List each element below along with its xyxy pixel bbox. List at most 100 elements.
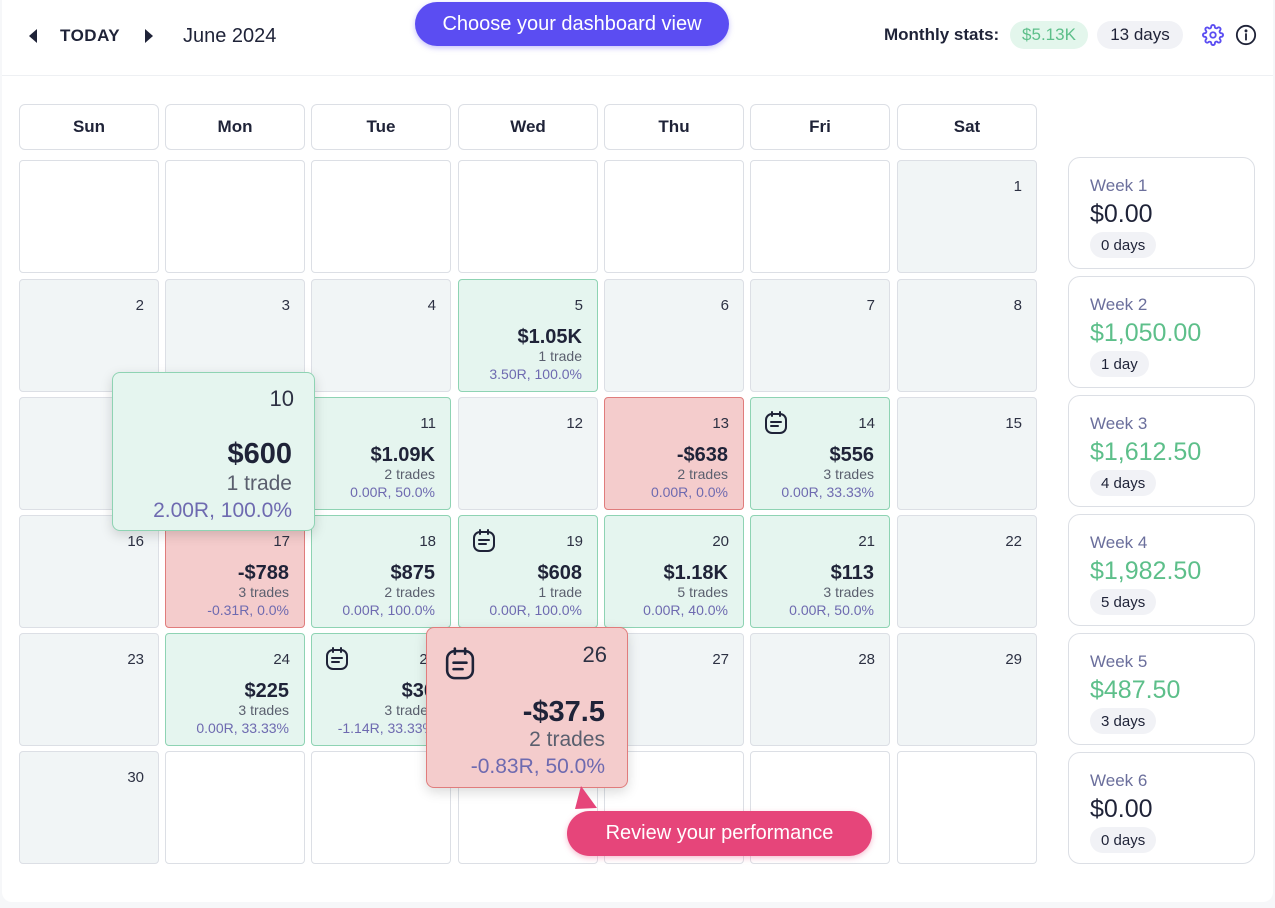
day-number: 19 (566, 533, 583, 550)
day-cell[interactable]: 19 $608 1 trade 0.00R, 100.0% (458, 515, 598, 628)
day-cell-highlight[interactable]: 10 $600 1 trade 2.00R, 100.0% (112, 372, 315, 531)
weekday-header: Sun (19, 104, 159, 150)
day-cell[interactable]: 17 -$788 3 trades -0.31R, 0.0% (165, 515, 305, 628)
day-pnl: -$37.5 (522, 696, 605, 728)
day-number: 3 (281, 297, 290, 314)
day-trade-count: 1 trade (538, 584, 582, 600)
day-cell[interactable]: 13 -$638 2 trades 0.00R, 0.0% (604, 397, 744, 510)
gear-icon[interactable] (1202, 24, 1224, 51)
weekday-header: Tue (311, 104, 451, 150)
day-number: 18 (419, 533, 436, 550)
day-trade-count: 3 trades (823, 466, 874, 482)
day-number: 26 (582, 642, 607, 667)
day-cell[interactable]: 20 $1.18K 5 trades 0.00R, 40.0% (604, 515, 744, 628)
day-number: 24 (273, 651, 290, 668)
caret-left-icon[interactable] (26, 28, 40, 44)
day-number: 23 (127, 651, 144, 668)
day-number: 20 (712, 533, 729, 550)
calendar-empty-cell (311, 160, 451, 273)
day-cell[interactable]: 28 (750, 633, 890, 746)
day-cell[interactable]: 14 $556 3 trades 0.00R, 33.33% (750, 397, 890, 510)
day-r-multiple: 0.00R, 33.33% (196, 720, 289, 736)
day-number: 28 (858, 651, 875, 668)
day-pnl: $225 (244, 680, 290, 702)
day-number: 16 (127, 533, 144, 550)
day-cell-highlight[interactable]: 26 -$37.5 2 trades -0.83R, 50.0% (426, 627, 628, 788)
calendar-empty-cell (897, 751, 1037, 864)
day-number: 21 (858, 533, 875, 550)
monthly-days-badge: 13 days (1097, 21, 1183, 49)
journal-note-icon[interactable] (471, 528, 497, 559)
day-number: 1 (1013, 178, 1022, 195)
weekday-header: Mon (165, 104, 305, 150)
month-label: June 2024 (183, 25, 277, 47)
day-r-multiple: 0.00R, 50.0% (350, 484, 435, 500)
day-pnl: $875 (390, 562, 436, 584)
day-number: 22 (1005, 533, 1022, 550)
day-cell[interactable]: 16 (19, 515, 159, 628)
day-number: 6 (720, 297, 729, 314)
day-trade-count: 2 trades (384, 584, 435, 600)
day-r-multiple: 0.00R, 0.0% (650, 484, 728, 500)
day-trade-count: 2 trades (384, 466, 435, 482)
day-number: 12 (566, 415, 583, 432)
day-trade-count: 3 trades (238, 702, 289, 718)
day-cell[interactable]: 24 $225 3 trades 0.00R, 33.33% (165, 633, 305, 746)
day-cell[interactable]: 29 (897, 633, 1037, 746)
day-cell[interactable]: 23 (19, 633, 159, 746)
day-r-multiple: -0.83R, 50.0% (470, 755, 605, 778)
day-cell[interactable]: 18 $875 2 trades 0.00R, 100.0% (311, 515, 451, 628)
day-cell[interactable]: 22 (897, 515, 1037, 628)
day-number: 8 (1013, 297, 1022, 314)
day-pnl: $1.09K (370, 444, 436, 466)
monthly-stats-label: Monthly stats: (884, 25, 1000, 44)
week-summary-card: Week 3 $1,612.50 4 days (1068, 395, 1255, 507)
day-number: 5 (574, 297, 583, 314)
week-summary-card: Week 5 $487.50 3 days (1068, 633, 1255, 745)
day-cell[interactable]: 21 $113 3 trades 0.00R, 50.0% (750, 515, 890, 628)
day-cell[interactable]: 11 $1.09K 2 trades 0.00R, 50.0% (311, 397, 451, 510)
week-label: Week 5 (1090, 652, 1148, 671)
today-button[interactable]: TODAY (60, 26, 120, 46)
calendar-empty-cell (19, 160, 159, 273)
week-pnl: $0.00 (1090, 795, 1153, 823)
weekday-header: Sat (897, 104, 1037, 150)
day-cell[interactable]: 15 (897, 397, 1037, 510)
day-trade-count: 1 trade (226, 472, 292, 495)
calendar-empty-cell (458, 160, 598, 273)
day-cell[interactable]: 5 $1.05K 1 trade 3.50R, 100.0% (458, 279, 598, 392)
day-trade-count: 3 trades (823, 584, 874, 600)
week-pnl: $1,982.50 (1090, 557, 1202, 585)
calendar-empty-cell (165, 751, 305, 864)
day-cell[interactable]: 1 (897, 160, 1037, 273)
day-number: 14 (858, 415, 875, 432)
calendar-toolbar: TODAY June 2024 Choose your dashboard vi… (2, 0, 1273, 76)
journal-note-icon[interactable] (443, 646, 477, 687)
week-label: Week 4 (1090, 533, 1148, 552)
calendar-panel: TODAY June 2024 Choose your dashboard vi… (2, 0, 1273, 902)
day-r-multiple: -1.14R, 33.33% (337, 720, 435, 736)
day-cell[interactable]: 7 (750, 279, 890, 392)
week-label: Week 3 (1090, 414, 1148, 433)
day-pnl: $1.18K (663, 562, 729, 584)
week-days-badge: 4 days (1090, 470, 1157, 496)
caret-right-icon[interactable] (142, 28, 156, 44)
dashboard-view-tooltip: Choose your dashboard view (415, 2, 729, 46)
week-summary-card: Week 6 $0.00 0 days (1068, 752, 1255, 864)
day-cell[interactable]: 4 (311, 279, 451, 392)
day-cell[interactable]: 12 (458, 397, 598, 510)
week-pnl: $1,612.50 (1090, 438, 1202, 466)
weekday-header: Fri (750, 104, 890, 150)
week-pnl: $487.50 (1090, 676, 1181, 704)
day-trade-count: 3 trades (238, 584, 289, 600)
day-cell[interactable]: 6 (604, 279, 744, 392)
journal-note-icon[interactable] (324, 646, 350, 677)
day-cell[interactable]: 30 (19, 751, 159, 864)
week-summary-card: Week 4 $1,982.50 5 days (1068, 514, 1255, 626)
day-number: 10 (269, 386, 294, 411)
calendar-empty-cell (750, 160, 890, 273)
info-icon[interactable] (1235, 24, 1257, 51)
week-days-badge: 5 days (1090, 589, 1157, 615)
journal-note-icon[interactable] (763, 410, 789, 441)
day-cell[interactable]: 8 (897, 279, 1037, 392)
